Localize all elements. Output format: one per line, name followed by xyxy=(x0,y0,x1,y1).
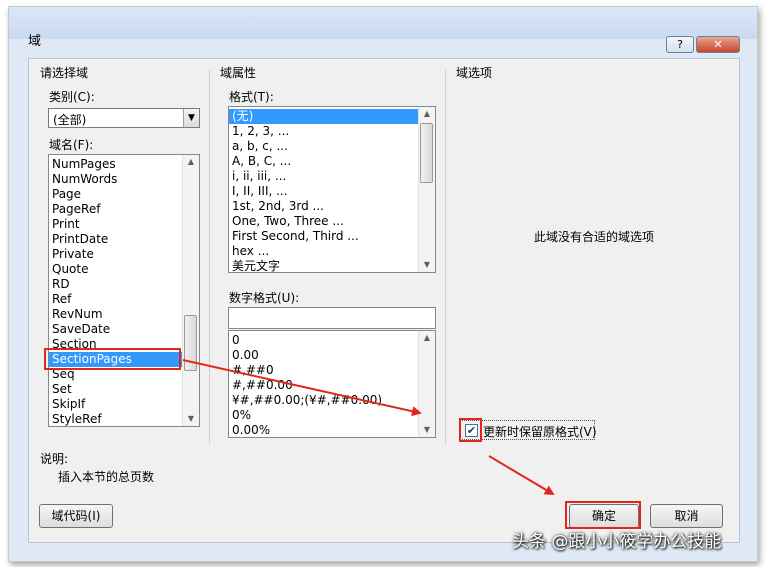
arrow-to-ok xyxy=(488,455,555,496)
arrow-to-checkbox xyxy=(182,359,422,417)
annotation-arrows xyxy=(182,359,555,496)
watermark-text: 头条 @跟小小筱学办公技能 xyxy=(512,532,722,552)
